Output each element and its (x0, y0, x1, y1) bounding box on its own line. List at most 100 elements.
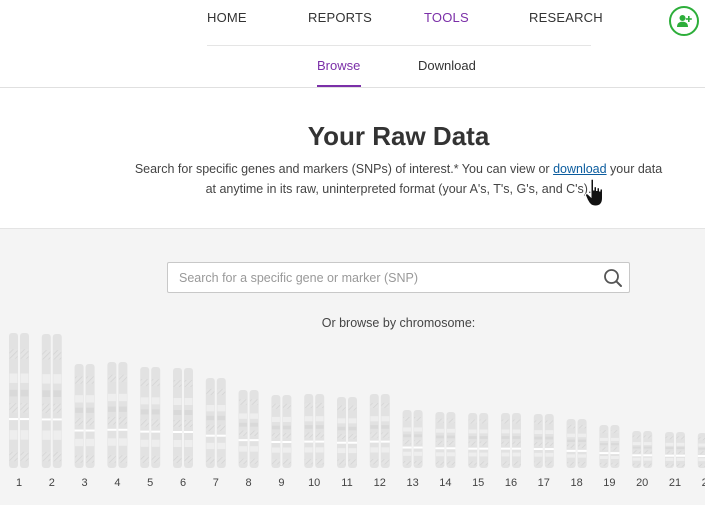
chromosome-label[interactable]: 16 (505, 477, 517, 489)
chromosome-band (676, 442, 685, 446)
chromosome-band (512, 461, 521, 466)
chromosome-band (545, 420, 554, 425)
chromosome-label[interactable]: 18 (570, 477, 582, 489)
chromosome-15[interactable]: 15 (468, 413, 489, 489)
centromere (282, 440, 292, 443)
chromosome-14[interactable]: 14 (435, 412, 456, 489)
chromosome-band (337, 426, 346, 431)
chromosome-label[interactable]: 1 (16, 477, 22, 489)
chromosome-label[interactable]: 3 (82, 477, 88, 489)
chromosome-label[interactable]: 15 (472, 477, 484, 489)
centromere (577, 449, 587, 452)
chromosome-9[interactable]: 9 (271, 395, 292, 489)
chromosome-6[interactable]: 6 (173, 368, 193, 489)
chromosome-label[interactable]: 17 (538, 477, 550, 489)
chromosome-band (676, 447, 685, 450)
centromere (501, 447, 510, 450)
chromosome-band (545, 452, 554, 457)
chromosome-4[interactable]: 4 (107, 362, 128, 489)
chromosome-band (53, 390, 62, 397)
chromosome-band (545, 442, 554, 446)
chromosome-3[interactable]: 3 (74, 364, 95, 489)
chromosome-band (86, 407, 95, 413)
chromosome-18[interactable]: 18 (566, 419, 587, 489)
chromosome-label[interactable]: 14 (439, 477, 451, 489)
chromosome-band (118, 417, 127, 425)
chromosome-label[interactable]: 12 (374, 477, 386, 489)
chromosome-band (403, 427, 412, 432)
chromosome-band (414, 440, 423, 445)
chromosome-1[interactable]: 1 (9, 333, 29, 489)
chromosome-label[interactable]: 4 (114, 477, 120, 489)
chromosome-band (567, 454, 576, 458)
chromosome-band (20, 389, 29, 397)
chromosome-band (118, 393, 127, 402)
chromosome-label[interactable]: 20 (636, 477, 648, 489)
centromere (402, 446, 412, 449)
chromosome-label[interactable]: 10 (308, 477, 320, 489)
chromosome-22[interactable]: 22 (697, 433, 705, 489)
chromosome-band (282, 459, 291, 465)
chromosome-label[interactable]: 13 (406, 477, 418, 489)
chromosome-band (403, 461, 412, 466)
chromosome-band (118, 455, 127, 463)
chromosome-band (42, 430, 51, 440)
chromosome-10[interactable]: 10 (304, 394, 325, 489)
chromosome-band (239, 458, 248, 465)
chromosome-band (479, 441, 488, 446)
chromosome-7[interactable]: 7 (205, 378, 226, 489)
chromosome-band (501, 436, 510, 439)
chromosome-band (337, 433, 346, 439)
chromosome-band (20, 403, 29, 413)
chromosome-band (632, 450, 641, 454)
chromosome-11[interactable]: 11 (337, 397, 357, 489)
centromere (599, 452, 609, 455)
chromosome-2[interactable]: 2 (41, 334, 62, 489)
chromosome-8[interactable]: 8 (238, 390, 259, 489)
chromosome-12[interactable]: 12 (369, 394, 390, 489)
chromosome-band (42, 390, 51, 397)
chromosome-band (86, 376, 95, 384)
chromosome-chart: 12345678910111213141516171819202122 (9, 333, 705, 489)
centromere (140, 430, 150, 433)
chromosome-band (20, 349, 29, 359)
chromosome-13[interactable]: 13 (402, 410, 423, 489)
chromosome-band (578, 424, 587, 429)
chromosome-band (206, 415, 215, 421)
chromosome-label[interactable]: 9 (278, 477, 284, 489)
chromosome-band (42, 374, 51, 384)
chromosome-label[interactable]: 2 (49, 477, 55, 489)
chromosome-19[interactable]: 19 (599, 425, 620, 489)
centromere (41, 418, 51, 421)
chromosome-label[interactable]: 21 (669, 477, 681, 489)
chromosome-band (75, 407, 84, 413)
chromosome-16[interactable]: 16 (501, 413, 521, 489)
chromosome-band (184, 398, 193, 405)
chromosome-band (9, 403, 18, 413)
chromosome-band (151, 439, 160, 447)
chromosome-band (610, 430, 619, 434)
chromosome-label[interactable]: 8 (246, 477, 252, 489)
chromosome-band (348, 405, 357, 411)
chromosome-band (534, 436, 543, 440)
chromosome-5[interactable]: 5 (140, 367, 161, 489)
chromosome-label[interactable]: 5 (147, 477, 153, 489)
chromosome-band (545, 436, 554, 440)
chromosome-band (75, 438, 84, 447)
chromosome-label[interactable]: 6 (180, 477, 186, 489)
chromosome-band (140, 409, 149, 415)
chromosome-17[interactable]: 17 (533, 414, 554, 489)
chromosome-21[interactable]: 21 (665, 432, 685, 489)
chromosome-band (282, 447, 291, 453)
chromosome-label[interactable]: 7 (213, 477, 219, 489)
chromosome-band (282, 403, 291, 409)
chromosome-band (414, 451, 423, 456)
chromosome-band (610, 462, 619, 466)
chromosome-label[interactable]: 11 (341, 477, 352, 489)
chromosome-band (118, 438, 127, 446)
chromosome-band (9, 349, 18, 359)
chromosome-20[interactable]: 20 (632, 431, 653, 489)
chromosome-band (479, 419, 488, 424)
chromosome-band (698, 463, 705, 467)
chromosome-label[interactable]: 19 (603, 477, 615, 489)
